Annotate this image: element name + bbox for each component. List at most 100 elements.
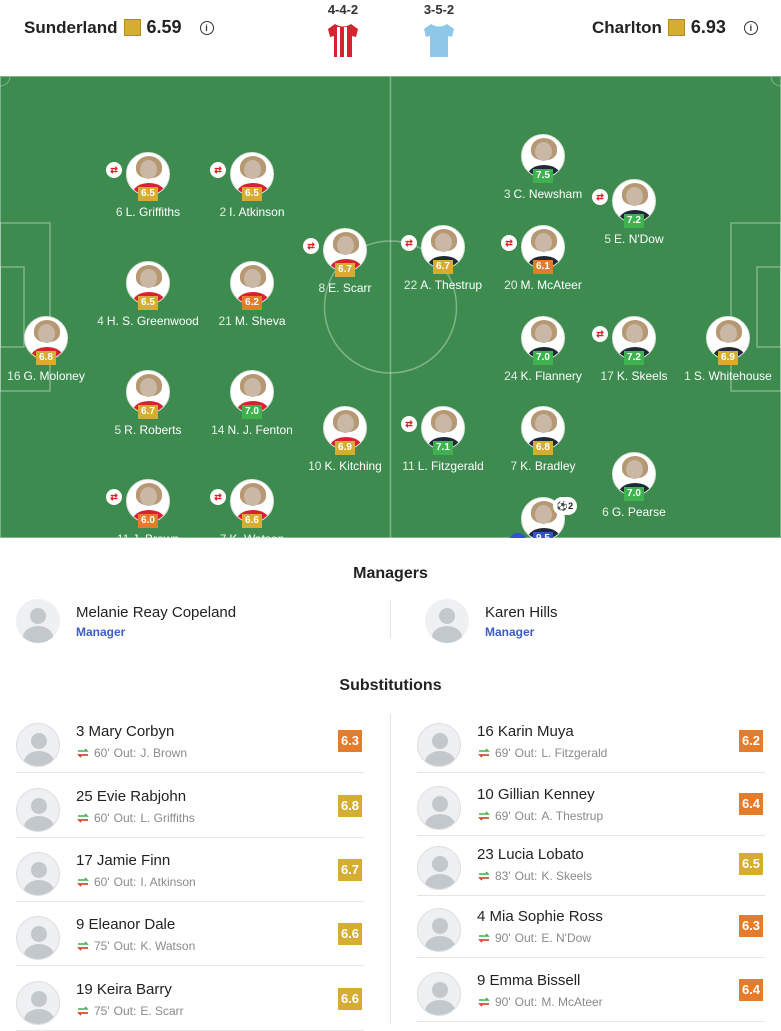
player-name: S. Whitehouse bbox=[693, 369, 772, 383]
player-number: 10 bbox=[308, 459, 322, 473]
player-rating: 6.7 bbox=[335, 263, 355, 277]
out-label: Out: bbox=[113, 1004, 137, 1018]
substitution-detail: 90' Out: E. N'Dow bbox=[477, 931, 591, 945]
player-away-10[interactable]: ⚽2★9.512J. Hutton bbox=[478, 497, 608, 538]
away-manager-name: Karen Hills bbox=[485, 603, 558, 621]
player-rating: 7.2 bbox=[624, 214, 644, 228]
substitution-detail: 69' Out: L. Fitzgerald bbox=[477, 746, 607, 760]
match-header: Sunderland 6.59 i 4-4-2 3-5-2 Charlton 6… bbox=[0, 0, 781, 76]
out-label: Out: bbox=[514, 995, 538, 1009]
out-label: Out: bbox=[514, 869, 538, 883]
player-rating: 7.0 bbox=[242, 405, 262, 419]
substitution-row[interactable]: 3 Mary Corbyn 60' Out: J. Brown 6.3 bbox=[16, 715, 364, 773]
out-label: Out: bbox=[514, 931, 538, 945]
substitute-avatar bbox=[417, 723, 461, 767]
player-number: 7 bbox=[220, 532, 227, 538]
player-number: 7 bbox=[510, 459, 518, 473]
out-label: Out: bbox=[113, 875, 137, 889]
player-away-3[interactable]: ⇄ 6.1 20 M. McAteer bbox=[478, 225, 608, 292]
substitute-avatar bbox=[417, 786, 461, 830]
substitution-minute: 90' bbox=[495, 931, 511, 945]
substitution-minute: 69' bbox=[495, 746, 511, 760]
player-out: I. Atkinson bbox=[140, 875, 196, 889]
player-number: 8 bbox=[318, 281, 326, 295]
substitute-rating: 6.5 bbox=[739, 853, 763, 875]
substitution-icon: ⇄ bbox=[106, 489, 122, 505]
substitution-row[interactable]: 9 Emma Bissell 90' Out: M. McAteer 6.4 bbox=[417, 964, 765, 1022]
out-label: Out: bbox=[514, 809, 538, 823]
away-manager-role: Manager bbox=[485, 624, 535, 639]
player-number: 14 bbox=[211, 423, 225, 437]
player-home-1[interactable]: ⇄ 6.5 2 I. Atkinson bbox=[187, 152, 317, 219]
player-rating: 7.0 bbox=[624, 487, 644, 501]
player-home-10[interactable]: ⇄ 6.6 7K. Watson bbox=[187, 479, 317, 538]
home-manager[interactable]: Melanie Reay Copeland Manager bbox=[16, 599, 236, 643]
substitution-row[interactable]: 25 Evie Rabjohn 60' Out: L. Griffiths 6.8 bbox=[16, 780, 364, 838]
substitution-row[interactable]: 16 Karin Muya 69' Out: L. Fitzgerald 6.2 bbox=[417, 715, 765, 773]
player-name-label: 2 I. Atkinson bbox=[187, 205, 317, 219]
away-team-name[interactable]: Charlton bbox=[592, 18, 662, 38]
player-out: K. Watson bbox=[140, 939, 196, 953]
substitution-minute: 75' bbox=[94, 1004, 110, 1018]
player-name: M. Sheva bbox=[234, 314, 286, 328]
player-number: 1 bbox=[684, 369, 691, 383]
player-name: E. N'Dow bbox=[614, 232, 664, 246]
substitution-row[interactable]: 23 Lucia Lobato 83' Out: K. Skeels 6.5 bbox=[417, 838, 765, 896]
home-team-name[interactable]: Sunderland bbox=[24, 18, 118, 38]
substitution-row[interactable]: 19 Keira Barry 75' Out: E. Scarr 6.6 bbox=[16, 973, 364, 1031]
substitution-row[interactable]: 17 Jamie Finn 60' Out: I. Atkinson 6.7 bbox=[16, 844, 364, 902]
substitute-rating: 6.7 bbox=[338, 859, 362, 881]
player-rating: 6.6 bbox=[242, 514, 262, 528]
substitute-name: 4 Mia Sophie Ross bbox=[477, 908, 603, 925]
substitute-name: 25 Evie Rabjohn bbox=[76, 788, 187, 805]
player-rating: 6.5 bbox=[138, 296, 158, 310]
away-team-summary: Charlton 6.93 i bbox=[592, 17, 758, 38]
player-name: K. Bradley bbox=[520, 459, 576, 473]
substitute-avatar bbox=[16, 852, 60, 896]
player-rating: 6.5 bbox=[138, 187, 158, 201]
substitute-rating: 6.3 bbox=[739, 915, 763, 937]
substitution-minute: 90' bbox=[495, 995, 511, 1009]
substitute-name: 3 Mary Corbyn bbox=[76, 723, 175, 740]
player-home-4[interactable]: 6.2 21 M. Sheva bbox=[187, 261, 317, 328]
substitute-name: 23 Lucia Lobato bbox=[477, 846, 584, 863]
substitution-detail: 83' Out: K. Skeels bbox=[477, 869, 592, 883]
out-label: Out: bbox=[113, 746, 137, 760]
substitution-icon: ⇄ bbox=[592, 189, 608, 205]
player-away-6[interactable]: 6.9 1 S. Whitehouse bbox=[663, 316, 781, 383]
swap-icon bbox=[77, 941, 89, 951]
home-formation-label: 4-4-2 bbox=[327, 2, 359, 17]
substitution-row[interactable]: 4 Mia Sophie Ross 90' Out: E. N'Dow 6.3 bbox=[417, 900, 765, 958]
player-out: A. Thestrup bbox=[541, 809, 604, 823]
home-jersey-icon bbox=[328, 24, 358, 57]
substitute-name: 10 Gillian Kenney bbox=[477, 786, 595, 803]
substitution-icon: ⇄ bbox=[106, 162, 122, 178]
substitution-detail: 75' Out: K. Watson bbox=[76, 939, 195, 953]
player-rating: 7.1 bbox=[433, 441, 453, 455]
info-icon[interactable]: i bbox=[199, 20, 214, 35]
substitute-name: 19 Keira Barry bbox=[76, 981, 172, 998]
substitution-detail: 75' Out: E. Scarr bbox=[76, 1004, 184, 1018]
home-manager-name: Melanie Reay Copeland bbox=[76, 603, 237, 621]
substitution-row[interactable]: 10 Gillian Kenney 69' Out: A. Thestrup 6.4 bbox=[417, 778, 765, 836]
player-name: H. S. Greenwood bbox=[106, 314, 199, 328]
substitution-minute: 60' bbox=[94, 811, 110, 825]
substitution-icon: ⇄ bbox=[401, 416, 417, 432]
substitute-avatar bbox=[417, 908, 461, 952]
away-formation: 3-5-2 bbox=[409, 2, 469, 64]
player-name: I. Atkinson bbox=[229, 205, 285, 219]
swap-icon bbox=[478, 933, 490, 943]
player-number: 21 bbox=[218, 314, 232, 328]
swap-icon bbox=[478, 748, 490, 758]
substitution-minute: 83' bbox=[495, 869, 511, 883]
substitute-rating: 6.8 bbox=[338, 795, 362, 817]
substitution-icon: ⇄ bbox=[210, 489, 226, 505]
player-number: 24 bbox=[504, 369, 518, 383]
player-out: M. McAteer bbox=[541, 995, 603, 1009]
player-name: M. McAteer bbox=[520, 278, 582, 292]
info-icon[interactable]: i bbox=[743, 20, 758, 35]
substitution-detail: 60' Out: J. Brown bbox=[76, 746, 187, 760]
away-manager[interactable]: Karen Hills Manager bbox=[425, 599, 558, 643]
substitution-row[interactable]: 9 Eleanor Dale 75' Out: K. Watson 6.6 bbox=[16, 908, 364, 966]
substitution-detail: 90' Out: M. McAteer bbox=[477, 995, 603, 1009]
